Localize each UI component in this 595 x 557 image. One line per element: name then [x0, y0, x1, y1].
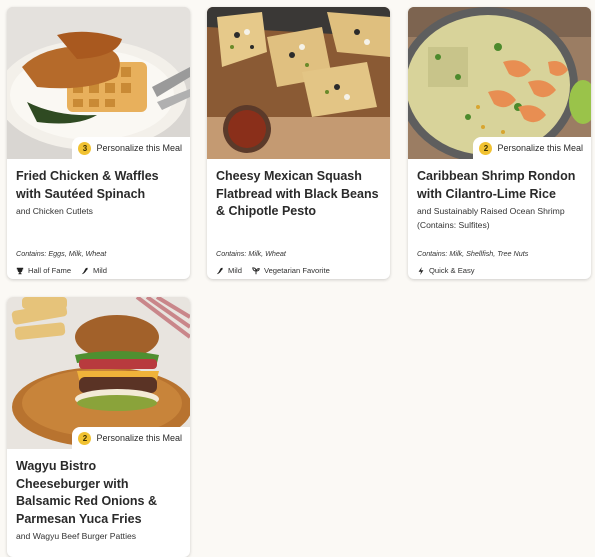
- meal-title[interactable]: Caribbean Shrimp Rondon with Cilantro-Li…: [417, 168, 582, 203]
- personalize-count-badge: 2: [78, 431, 92, 445]
- personalize-label: Personalize this Meal: [96, 433, 182, 443]
- allergen-info: Contains: Eggs, Milk, Wheat: [16, 249, 107, 258]
- personalize-label: Personalize this Meal: [96, 143, 182, 153]
- personalize-label: Personalize this Meal: [497, 143, 583, 153]
- tag-mild: Mild: [216, 266, 242, 275]
- tag-hall-of-fame: Hall of Fame: [16, 266, 71, 275]
- meal-image[interactable]: 3 Personalize this Meal: [7, 7, 190, 159]
- sprout-icon: [252, 266, 260, 274]
- meal-title[interactable]: Cheesy Mexican Squash Flatbread with Bla…: [216, 168, 381, 221]
- meal-subtitle: and Chicken Cutlets: [16, 206, 93, 216]
- meal-card-squash-flatbread[interactable]: Cheesy Mexican Squash Flatbread with Bla…: [207, 7, 390, 279]
- pepper-icon: [81, 267, 88, 274]
- personalize-meal-button[interactable]: 2 Personalize this Meal: [72, 427, 190, 449]
- tag-vegetarian-favorite: Vegetarian Favorite: [252, 266, 330, 275]
- lightning-icon: [418, 266, 424, 275]
- personalize-meal-button[interactable]: 3 Personalize this Meal: [72, 137, 190, 159]
- meal-subtitle: and Wagyu Beef Burger Patties: [16, 531, 137, 541]
- meal-card-wagyu-burger[interactable]: 2 Personalize this Meal Wagyu Bistro Che…: [7, 297, 190, 557]
- meal-image[interactable]: 2 Personalize this Meal: [7, 297, 190, 449]
- meal-tags: Quick & Easy: [417, 266, 475, 275]
- tag-quick-easy: Quick & Easy: [417, 266, 475, 275]
- pepper-icon: [216, 267, 223, 274]
- meal-image[interactable]: 2 Personalize this Meal: [408, 7, 591, 159]
- trophy-icon: [16, 267, 24, 274]
- personalize-count-badge: 2: [479, 141, 493, 155]
- allergen-info: Contains: Milk, Wheat: [216, 249, 286, 258]
- meal-card-fried-chicken[interactable]: 3 Personalize this Meal Fried Chicken & …: [7, 7, 190, 279]
- flatbread-photo: [207, 7, 390, 159]
- tag-mild: Mild: [81, 266, 107, 275]
- meal-title[interactable]: Wagyu Bistro Cheeseburger with Balsamic …: [16, 458, 181, 528]
- meal-title[interactable]: Fried Chicken & Waffles with Sautéed Spi…: [16, 168, 181, 203]
- meal-image[interactable]: [207, 7, 390, 159]
- personalize-count-badge: 3: [78, 141, 92, 155]
- personalize-meal-button[interactable]: 2 Personalize this Meal: [473, 137, 591, 159]
- meal-tags: Mild Vegetarian Favorite: [216, 266, 330, 275]
- meal-card-caribbean-shrimp[interactable]: 2 Personalize this Meal Caribbean Shrimp…: [408, 7, 591, 279]
- allergen-info: Contains: Milk, Shellfish, Tree Nuts: [417, 249, 529, 258]
- meal-tags: Hall of Fame Mild: [16, 266, 107, 275]
- meal-subtitle: and Sustainably Raised Ocean Shrimp (Con…: [417, 206, 565, 230]
